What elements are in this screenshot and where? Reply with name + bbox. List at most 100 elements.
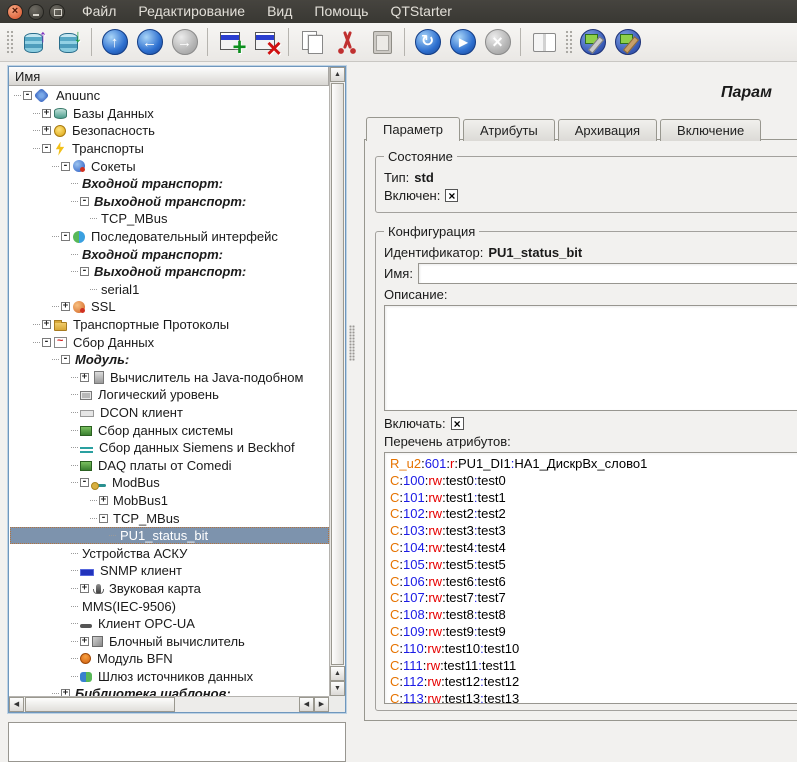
scroll-track[interactable]	[175, 697, 299, 712]
expander-icon[interactable]: +	[42, 109, 51, 118]
expander-icon[interactable]: -	[42, 144, 51, 153]
stop-button[interactable]	[480, 26, 515, 58]
tree-item[interactable]: +Звуковая карта	[10, 580, 329, 598]
menu-item[interactable]: Помощь	[314, 0, 368, 23]
maximize-button[interactable]	[49, 4, 65, 20]
tree-item[interactable]: -Выходной транспорт:	[10, 263, 329, 281]
attribute-list[interactable]: R_u2:601:r:PU1_DI1:HA1_ДискрВх_слово1C:1…	[384, 452, 797, 704]
tree-item[interactable]: -Anuunc	[10, 87, 329, 105]
start-button[interactable]	[445, 26, 480, 58]
close-button[interactable]	[7, 4, 23, 20]
scroll-up-icon[interactable]	[330, 67, 345, 82]
tree-item[interactable]: PU1_status_bit	[10, 527, 329, 545]
tab[interactable]: Атрибуты	[463, 119, 555, 141]
reload-button[interactable]	[410, 26, 445, 58]
tree-item[interactable]: +Безопасность	[10, 122, 329, 140]
config-button[interactable]	[575, 26, 610, 58]
menu-item[interactable]: Файл	[82, 0, 116, 23]
expander-icon[interactable]: -	[99, 514, 108, 523]
expander-icon[interactable]: +	[61, 302, 70, 311]
name-input[interactable]	[418, 263, 797, 284]
tree-item-label: SSL	[89, 299, 118, 314]
expander-icon[interactable]: -	[23, 91, 32, 100]
expander-icon[interactable]: +	[80, 637, 89, 646]
tree-item[interactable]: -Транспорты	[10, 140, 329, 158]
menu-item[interactable]: Вид	[267, 0, 292, 23]
tree-item[interactable]: serial1	[10, 281, 329, 299]
enable-checkbox[interactable]: ×	[451, 417, 464, 430]
enabled-checkbox[interactable]: ×	[445, 189, 458, 202]
tree-item[interactable]: SNMP клиент	[10, 562, 329, 580]
copy-button[interactable]	[294, 26, 329, 58]
tree-item[interactable]: Входной транспорт:	[10, 175, 329, 193]
back-button[interactable]	[132, 26, 167, 58]
menu-item[interactable]: Редактирование	[138, 0, 245, 23]
tree-item[interactable]: Сбор данных Siemens и Beckhof	[10, 439, 329, 457]
scroll-right-icon[interactable]	[314, 697, 329, 712]
scroll-up-icon[interactable]	[330, 666, 345, 681]
tree-item[interactable]: -Сбор Данных	[10, 333, 329, 351]
manual-button[interactable]	[526, 26, 561, 58]
vertical-scroll-thumb[interactable]	[331, 83, 344, 665]
expander-icon[interactable]: -	[61, 232, 70, 241]
cut-button[interactable]	[329, 26, 364, 58]
tree-item[interactable]: -Последовательный интерфейс	[10, 228, 329, 246]
delete-item-button[interactable]	[248, 26, 283, 58]
tree-item[interactable]: +Транспортные Протоколы	[10, 316, 329, 334]
tree-item[interactable]: +Вычислитель на Java-подобном	[10, 369, 329, 387]
tree-item[interactable]: -Выходной транспорт:	[10, 193, 329, 211]
horizontal-scroll-thumb[interactable]	[25, 697, 175, 712]
expander-icon[interactable]: -	[80, 267, 89, 276]
description-textarea[interactable]	[384, 305, 797, 411]
minimize-button[interactable]	[28, 4, 44, 20]
load-button[interactable]	[16, 26, 51, 58]
tree-item[interactable]: Логический уровень	[10, 386, 329, 404]
tab[interactable]: Включение	[660, 119, 761, 141]
scroll-left-icon[interactable]	[299, 697, 314, 712]
tree-horizontal-scrollbar[interactable]	[9, 696, 329, 712]
tree-item[interactable]: -Модуль:	[10, 351, 329, 369]
tree-item[interactable]: -TCP_MBus	[10, 509, 329, 527]
forward-button[interactable]	[167, 26, 202, 58]
tree-item[interactable]: Сбор данных системы	[10, 421, 329, 439]
expander-icon[interactable]: -	[80, 478, 89, 487]
tree-item[interactable]: -Сокеты	[10, 157, 329, 175]
expander-icon[interactable]: -	[61, 162, 70, 171]
save-button[interactable]	[51, 26, 86, 58]
splitter[interactable]	[349, 325, 355, 361]
up-button[interactable]	[97, 26, 132, 58]
paste-button[interactable]	[364, 26, 399, 58]
tab[interactable]: Параметр	[366, 117, 460, 141]
tree-item[interactable]: Клиент OPC-UA	[10, 615, 329, 633]
expander-icon[interactable]: -	[42, 338, 51, 347]
tree-item[interactable]: +Блочный вычислитель	[10, 632, 329, 650]
tree-item[interactable]: +Базы Данных	[10, 105, 329, 123]
tree-item[interactable]: DAQ платы от Comedi	[10, 456, 329, 474]
config-alt-button[interactable]	[610, 26, 645, 58]
tab[interactable]: Архивация	[558, 119, 657, 141]
menu-item[interactable]: QTStarter	[390, 0, 451, 23]
tree-item[interactable]: Устройства АСКУ	[10, 544, 329, 562]
expander-icon[interactable]: -	[80, 197, 89, 206]
tree-item[interactable]: Модуль BFN	[10, 650, 329, 668]
add-item-button[interactable]	[213, 26, 248, 58]
tree-vertical-scrollbar[interactable]	[329, 67, 345, 696]
tree-item[interactable]: TCP_MBus	[10, 210, 329, 228]
tab-bar: ПараметрАтрибутыАрхивацияВключение	[366, 117, 764, 141]
tree-item[interactable]: Шлюз источников данных	[10, 668, 329, 686]
tree-item[interactable]: + SSL	[10, 298, 329, 316]
tree-item[interactable]: -ModBus	[10, 474, 329, 492]
expander-icon[interactable]: +	[80, 584, 89, 593]
tree-item[interactable]: +MobBus1	[10, 492, 329, 510]
scroll-down-icon[interactable]	[330, 681, 345, 696]
tree-item[interactable]: Входной транспорт:	[10, 245, 329, 263]
expander-icon[interactable]: +	[80, 373, 89, 382]
expander-icon[interactable]: +	[42, 320, 51, 329]
scroll-left-icon[interactable]	[9, 697, 24, 712]
tree-item[interactable]: +Библиотека шаблонов:	[10, 685, 329, 696]
tree-item[interactable]: MMS(IEC-9506)	[10, 597, 329, 615]
expander-icon[interactable]: +	[99, 496, 108, 505]
tree-item[interactable]: DCON клиент	[10, 404, 329, 422]
expander-icon[interactable]: -	[61, 355, 70, 364]
expander-icon[interactable]: +	[42, 126, 51, 135]
